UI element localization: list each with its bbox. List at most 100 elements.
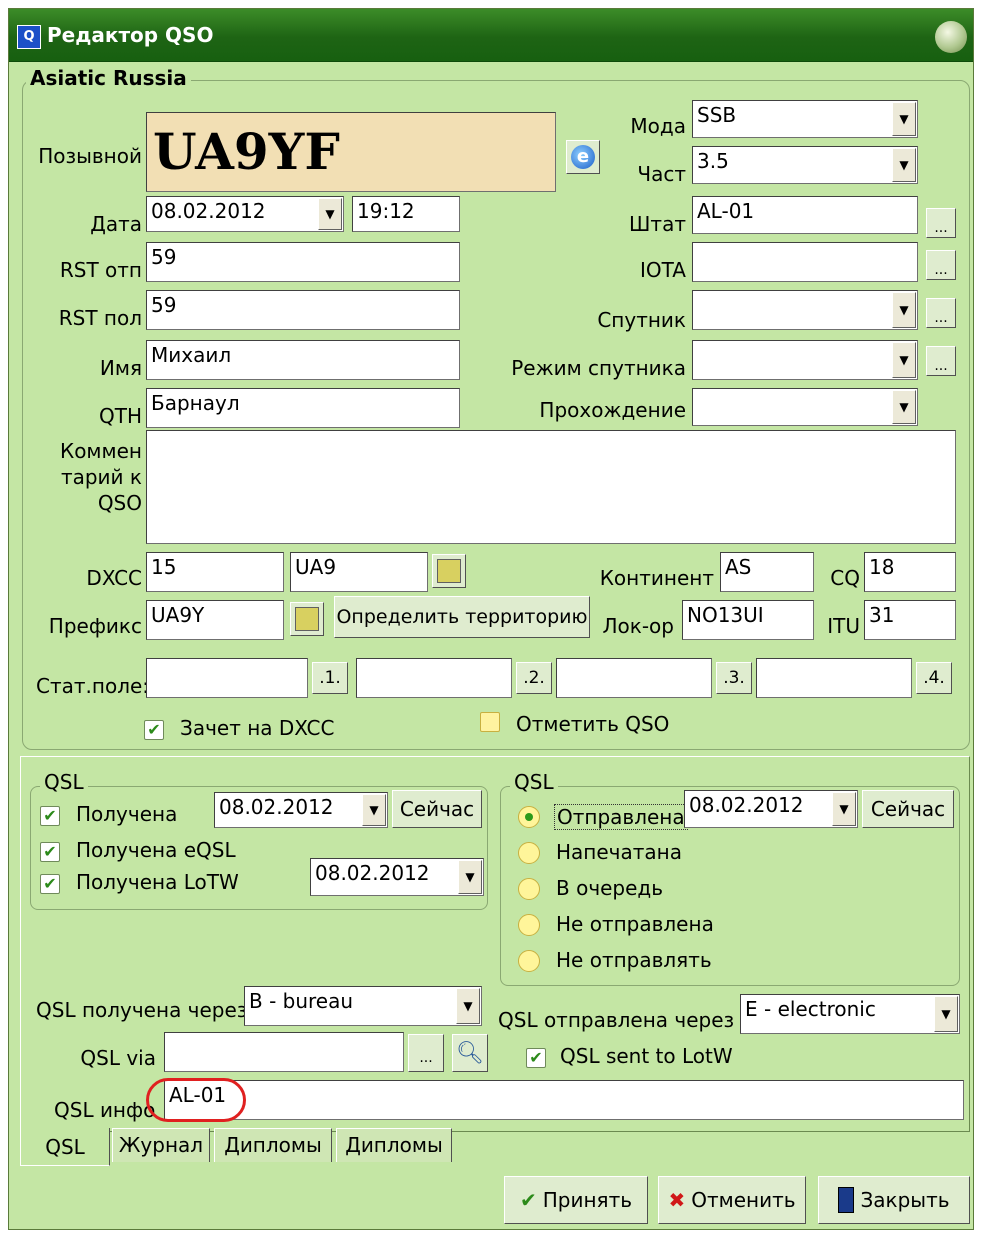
via-received-select[interactable]: B - bureau ▼: [244, 986, 482, 1026]
chevron-down-icon[interactable]: ▼: [892, 292, 916, 328]
freq-value: 3.5: [697, 149, 729, 173]
state-label: Штат: [629, 212, 686, 236]
qth-label: QTH: [99, 404, 142, 428]
prefix-lookup-button[interactable]: [290, 602, 324, 636]
satellite-label: Спутник: [597, 308, 686, 332]
freq-label: Част: [637, 162, 686, 186]
tab-log[interactable]: Журнал: [112, 1128, 210, 1162]
satellite-browse-button[interactable]: ...: [926, 298, 956, 328]
mode-label: Мода: [630, 114, 686, 138]
printed-radio[interactable]: [518, 842, 540, 864]
queue-radio-label: В очередь: [556, 876, 664, 900]
sent-now-button[interactable]: Сейчас: [862, 790, 954, 828]
qsl-info-label: QSL инфо: [54, 1098, 156, 1122]
locator-label: Лок-ор: [602, 614, 674, 638]
accept-button[interactable]: ✔ Принять: [504, 1176, 648, 1224]
do-not-send-radio[interactable]: [518, 950, 540, 972]
locator-field[interactable]: NO13UI: [682, 600, 814, 640]
qsl-via-search-button[interactable]: 🔍︎: [452, 1034, 488, 1072]
received-date-picker[interactable]: 08.02.2012 ▼: [214, 792, 388, 828]
chevron-down-icon[interactable]: ▼: [892, 342, 916, 378]
highlight-ring: [146, 1078, 246, 1122]
chevron-down-icon[interactable]: ▼: [362, 794, 386, 826]
rst-sent-field[interactable]: 59: [146, 242, 460, 282]
received-now-button[interactable]: Сейчас: [392, 790, 482, 828]
comment-label-line: QSO: [97, 491, 142, 515]
state-field[interactable]: AL-01: [692, 196, 918, 234]
via-sent-label: QSL отправлена через: [498, 1008, 735, 1032]
chevron-down-icon[interactable]: ▼: [318, 198, 342, 230]
freq-select[interactable]: 3.5 ▼: [692, 146, 918, 184]
qsl-info-field[interactable]: AL-01: [164, 1080, 964, 1120]
continent-label: Континент: [599, 566, 714, 590]
tab-awards-1[interactable]: Дипломы: [214, 1128, 332, 1162]
dxcc-prefix-field[interactable]: UA9: [290, 552, 428, 592]
chevron-down-icon[interactable]: ▼: [456, 988, 480, 1024]
queue-radio[interactable]: [518, 878, 540, 900]
via-sent-value: E - electronic: [745, 997, 876, 1021]
chevron-down-icon[interactable]: ▼: [892, 390, 916, 424]
chevron-down-icon[interactable]: ▼: [892, 102, 916, 136]
iota-browse-button[interactable]: ...: [926, 250, 956, 280]
title-bar[interactable]: Q Редактор QSO: [9, 9, 973, 62]
name-field[interactable]: Михаил: [146, 340, 460, 380]
stat-button-1[interactable]: .1.: [312, 662, 348, 694]
iota-field[interactable]: [692, 242, 918, 282]
dxcc-credit-checkbox[interactable]: ✔: [144, 720, 164, 740]
lotw-checkbox[interactable]: ✔: [40, 874, 60, 894]
continent-field[interactable]: AS: [720, 552, 814, 592]
chevron-down-icon[interactable]: ▼: [892, 148, 916, 182]
tab-awards-2[interactable]: Дипломы: [336, 1128, 452, 1162]
propagation-select[interactable]: ▼: [692, 388, 918, 426]
stat-field-3[interactable]: [556, 658, 712, 698]
itu-field[interactable]: 31: [864, 600, 956, 640]
check-icon: ✔: [519, 1188, 537, 1212]
stat-button-4[interactable]: .4.: [916, 662, 952, 694]
rst-rcvd-field[interactable]: 59: [146, 290, 460, 330]
window-orb-icon[interactable]: [935, 21, 967, 53]
satellite-select[interactable]: ▼: [692, 290, 918, 330]
prefix-field[interactable]: UA9Y: [146, 600, 284, 640]
time-field[interactable]: 19:12: [352, 196, 460, 232]
lotw-date-picker[interactable]: 08.02.2012 ▼: [310, 858, 484, 896]
mark-qso-checkbox[interactable]: [480, 712, 500, 732]
date-picker[interactable]: 08.02.2012 ▼: [146, 196, 344, 232]
sat-mode-select[interactable]: ▼: [692, 340, 918, 380]
stat-button-2[interactable]: .2.: [516, 662, 552, 694]
chevron-down-icon[interactable]: ▼: [832, 792, 856, 826]
received-checkbox[interactable]: ✔: [40, 806, 60, 826]
sent-radio[interactable]: [518, 806, 540, 828]
prefix-label: Префикс: [48, 614, 142, 638]
dxcc-field[interactable]: 15: [146, 552, 284, 592]
qth-field[interactable]: Барнаул: [146, 388, 460, 428]
lotw-sent-checkbox[interactable]: ✔: [526, 1048, 546, 1068]
stat-field-label: Стат.поле:: [36, 674, 150, 698]
itu-label: ITU: [827, 614, 860, 638]
via-sent-select[interactable]: E - electronic ▼: [740, 994, 960, 1034]
stat-field-1[interactable]: [146, 658, 308, 698]
close-button[interactable]: Закрыть: [818, 1176, 970, 1224]
iota-label: IOTA: [640, 258, 686, 282]
detect-territory-button[interactable]: Определить территорию: [334, 596, 590, 638]
not-sent-radio[interactable]: [518, 914, 540, 936]
cq-field[interactable]: 18: [864, 552, 956, 592]
mode-select[interactable]: SSB ▼: [692, 100, 918, 138]
qsl-via-label: QSL via: [80, 1046, 156, 1070]
sent-date-picker[interactable]: 08.02.2012 ▼: [684, 790, 858, 828]
qsl-via-browse-button[interactable]: ...: [408, 1034, 444, 1072]
comment-field[interactable]: [146, 430, 956, 544]
eqsl-checkbox[interactable]: ✔: [40, 842, 60, 862]
cancel-button[interactable]: ✖ Отменить: [658, 1176, 806, 1224]
chevron-down-icon[interactable]: ▼: [934, 996, 958, 1032]
chevron-down-icon[interactable]: ▼: [458, 860, 482, 894]
dxcc-lookup-button[interactable]: [432, 554, 466, 588]
tab-qsl[interactable]: QSL: [20, 1128, 110, 1166]
date-label: Дата: [90, 212, 142, 236]
state-browse-button[interactable]: ...: [926, 208, 956, 238]
stat-field-4[interactable]: [756, 658, 912, 698]
sat-mode-browse-button[interactable]: ...: [926, 346, 956, 376]
callsign-field[interactable]: UA9YF: [146, 112, 556, 192]
stat-field-2[interactable]: [356, 658, 512, 698]
qsl-via-field[interactable]: [164, 1032, 404, 1072]
stat-button-3[interactable]: .3.: [716, 662, 752, 694]
